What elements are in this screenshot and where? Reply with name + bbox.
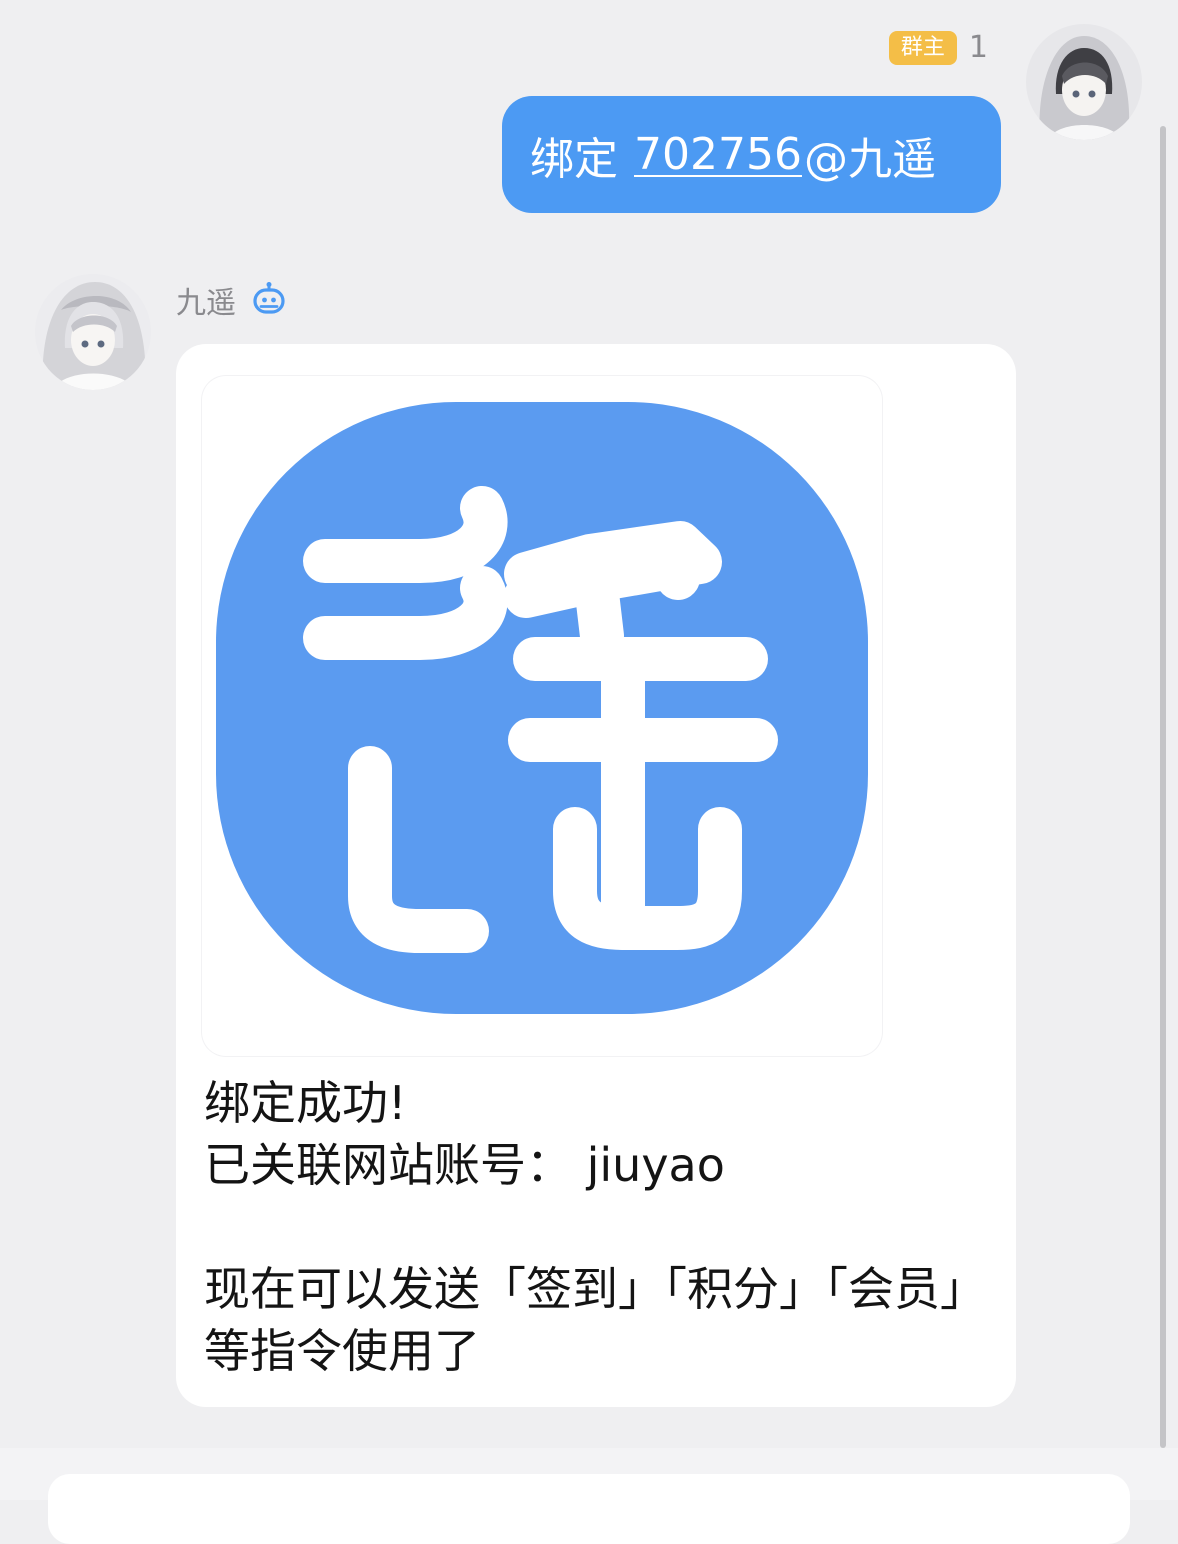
reply-line: 现在可以发送「签到」「积分」「会员」 xyxy=(204,1262,986,1316)
sender-meta: 群主 1 xyxy=(888,30,988,66)
mention-name: @九遥 xyxy=(803,133,936,185)
reply-line: 已关联网站账号： jiuyao xyxy=(204,1138,725,1192)
reply-line xyxy=(204,1196,1004,1258)
sender-name[interactable]: 1 xyxy=(969,30,988,66)
bot-reply-text: 绑定成功! 已关联网站账号： jiuyao 现在可以发送「签到」「积分」「会员」… xyxy=(204,1072,1004,1382)
bot-name[interactable]: 九遥 xyxy=(176,278,236,322)
self-avatar[interactable] xyxy=(1026,24,1142,140)
reply-line: 等指令使用了 xyxy=(204,1324,480,1378)
outgoing-message-bubble[interactable]: 绑定 702756 @九遥 xyxy=(502,96,1001,213)
bot-icon xyxy=(252,281,286,319)
reply-line: 绑定成功! xyxy=(204,1076,407,1130)
jiuyao-logo-image[interactable] xyxy=(202,376,882,1056)
incoming-message-bubble[interactable]: 绑定成功! 已关联网站账号： jiuyao 现在可以发送「签到」「积分」「会员」… xyxy=(176,344,1016,1407)
owner-badge: 群主 xyxy=(888,31,957,65)
mention-link[interactable]: 702756 xyxy=(634,129,802,180)
bot-avatar[interactable] xyxy=(35,274,151,390)
bot-header: 九遥 xyxy=(176,278,286,322)
message-input[interactable] xyxy=(48,1474,1130,1544)
scrollbar[interactable] xyxy=(1160,126,1166,1448)
command-text: 绑定 xyxy=(530,133,618,185)
